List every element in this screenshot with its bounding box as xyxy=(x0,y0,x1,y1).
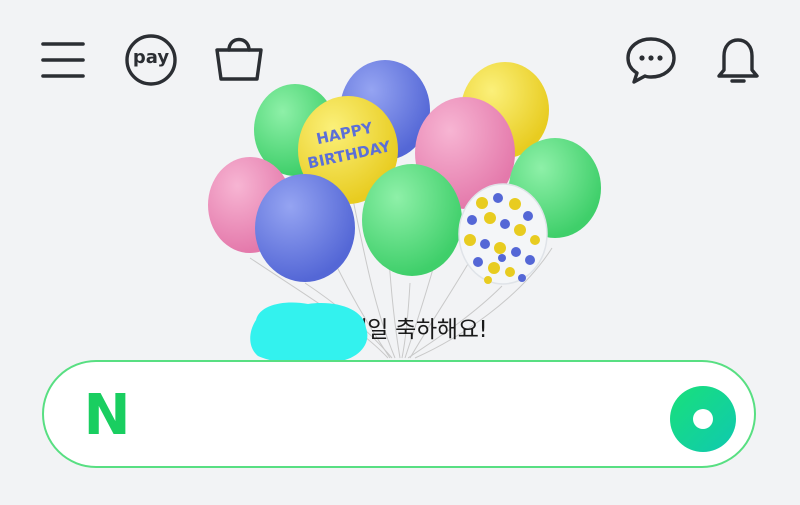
chat-bubble-icon xyxy=(626,37,676,84)
search-input[interactable] xyxy=(156,390,660,442)
pay-label: pay xyxy=(132,47,170,68)
confetti-balloon xyxy=(458,183,548,285)
redacted-username xyxy=(250,302,368,364)
naver-logo[interactable]: N xyxy=(80,388,134,444)
menu-button[interactable] xyxy=(38,38,88,82)
chat-button[interactable] xyxy=(624,34,678,86)
greendot-button[interactable] xyxy=(670,386,736,452)
balloon xyxy=(362,164,462,276)
balloon xyxy=(255,174,355,282)
naver-pay-button[interactable]: pay xyxy=(122,34,180,86)
greendot-icon xyxy=(670,386,736,452)
bell-icon xyxy=(717,38,759,83)
search-bar[interactable]: N xyxy=(42,360,756,468)
notification-button[interactable] xyxy=(714,34,762,86)
hamburger-menu-icon xyxy=(41,42,85,78)
